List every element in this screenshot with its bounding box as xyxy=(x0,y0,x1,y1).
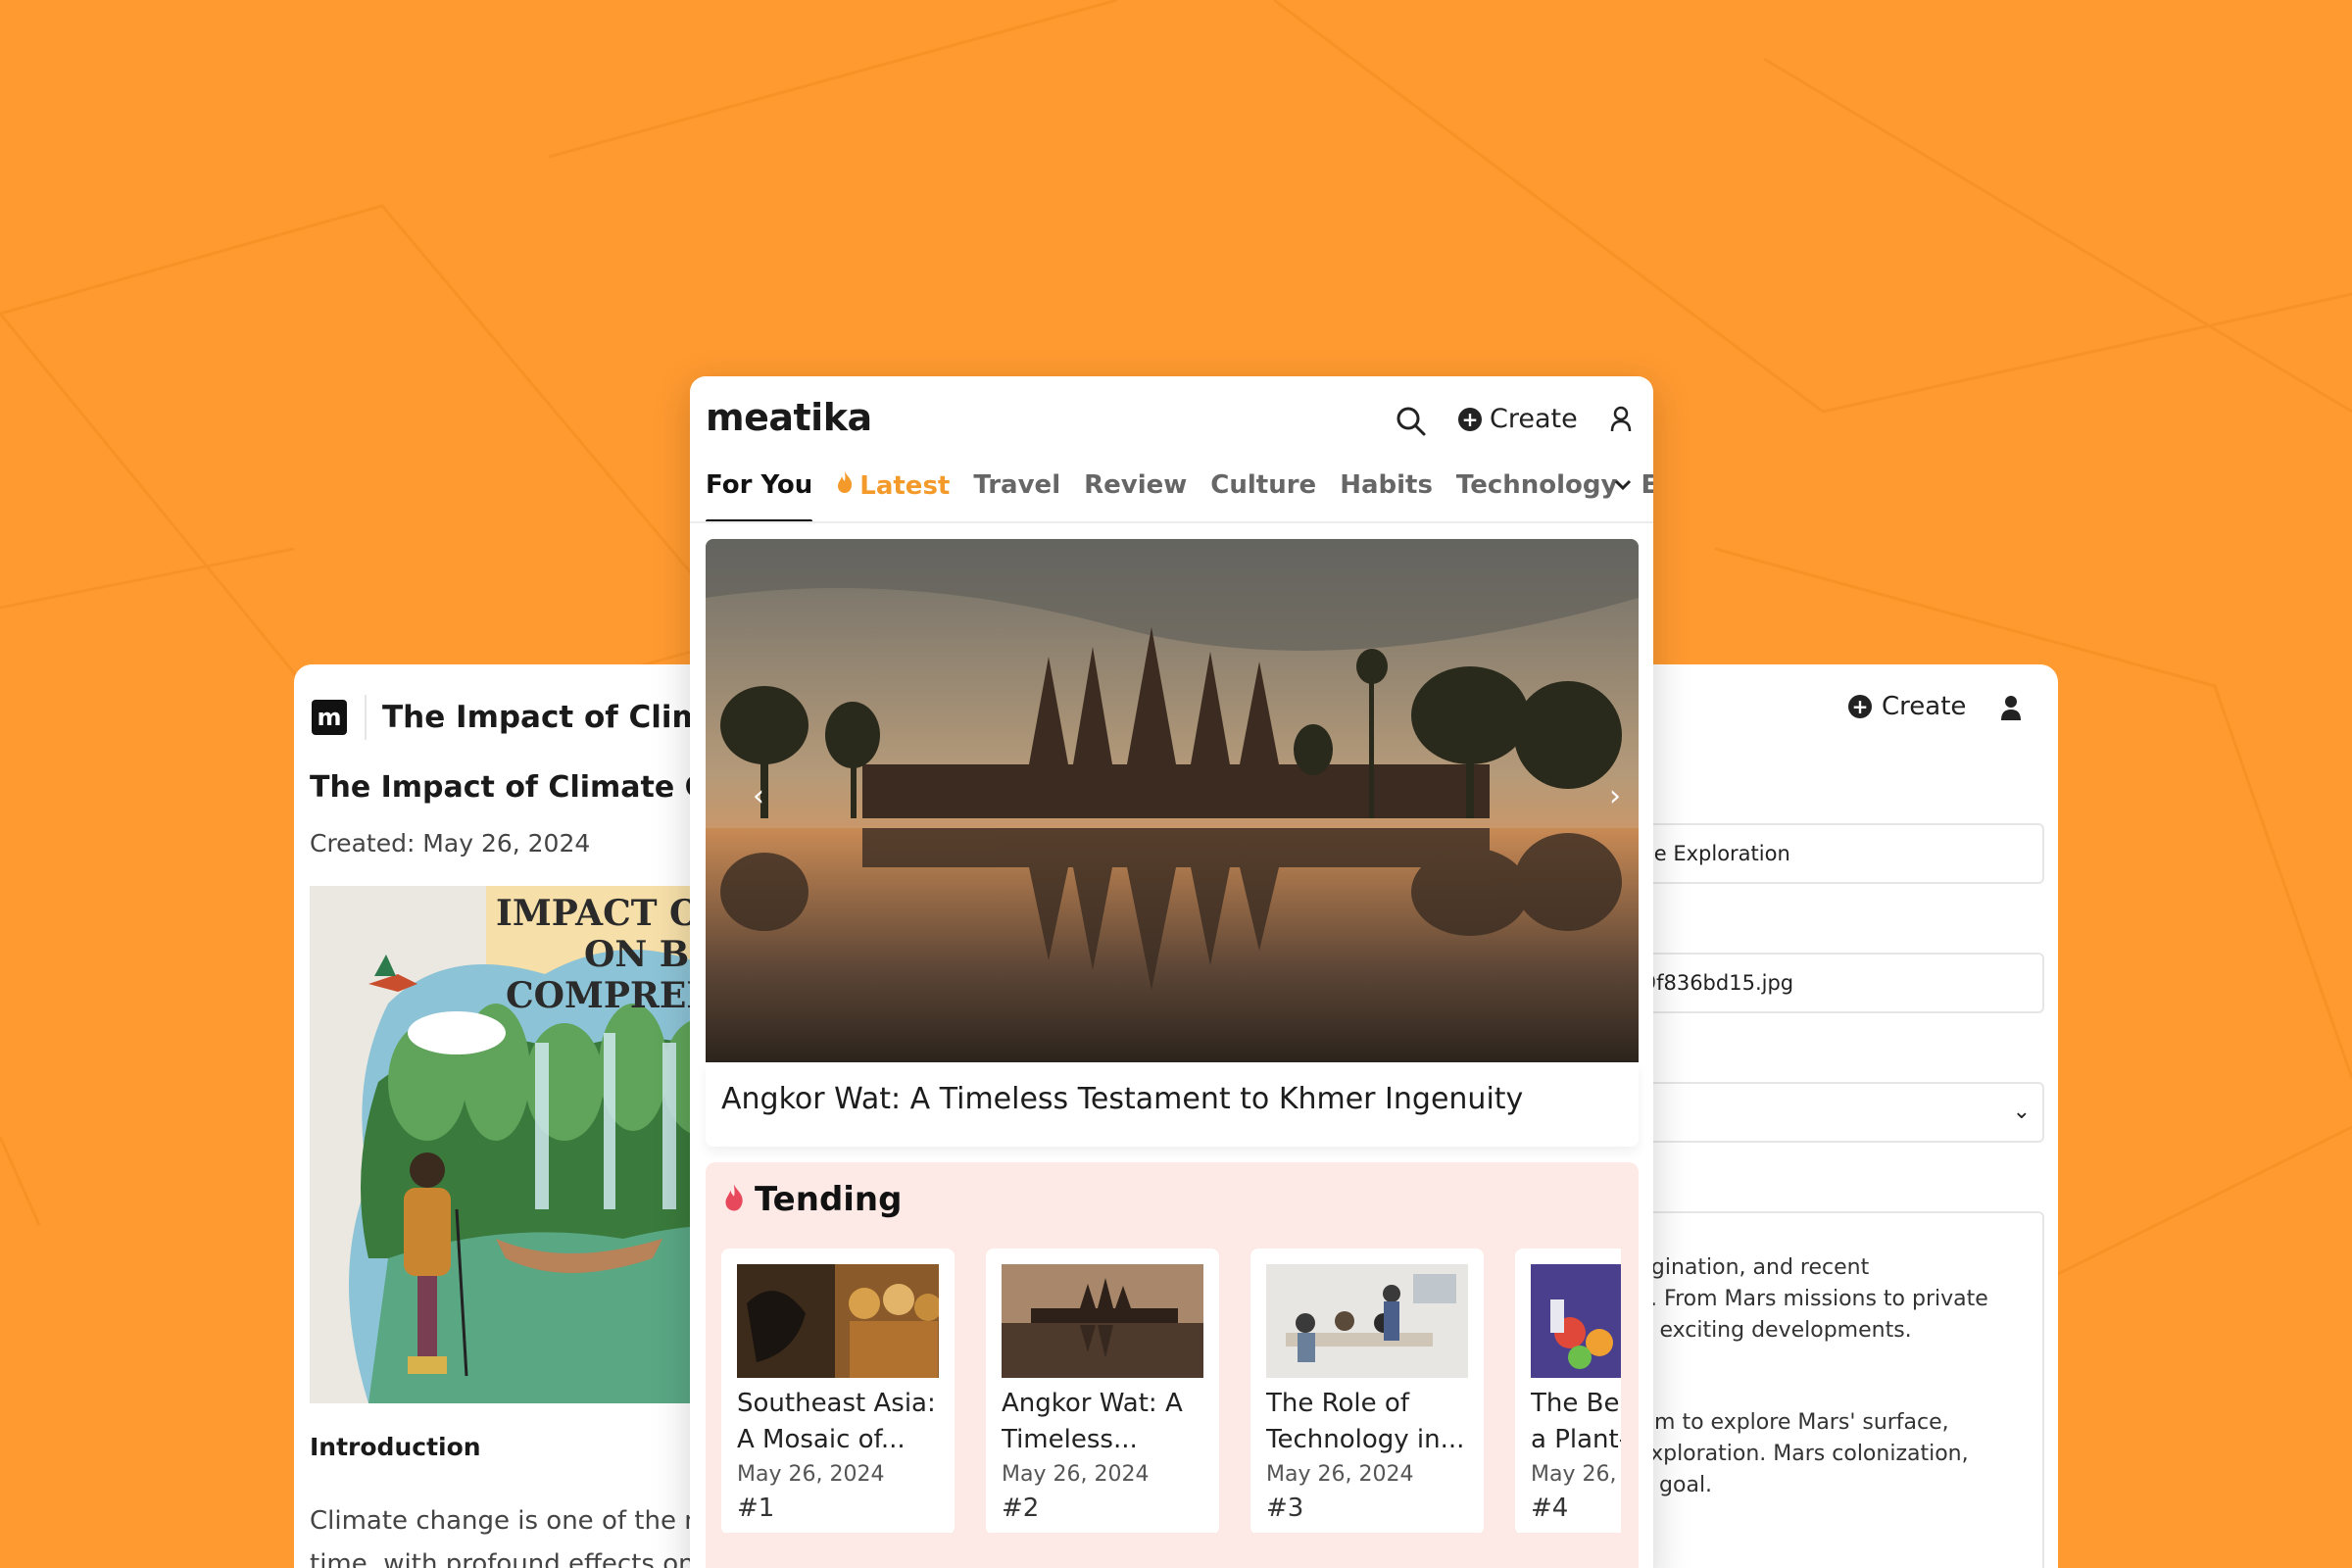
header-divider xyxy=(365,695,367,740)
content-line: s aim to explore Mars' surface, xyxy=(1617,1410,1949,1435)
article-body-line: Climate change is one of the m xyxy=(310,1506,710,1536)
hero-carousel-image[interactable]: ‹ › xyxy=(706,539,1639,1062)
tab-technology[interactable]: Technology xyxy=(1456,470,1618,521)
create-button[interactable]: + Create xyxy=(1848,692,1966,721)
title-input[interactable]: pace Exploration xyxy=(1607,823,2044,884)
trending-card[interactable]: The Ben a Plant- May 26, 2 #4 xyxy=(1515,1249,1621,1533)
trending-card-title: Angkor Wat: A Timeless... xyxy=(1002,1389,1183,1454)
trending-card-title: The Ben a Plant- xyxy=(1531,1389,1621,1454)
flame-icon xyxy=(836,470,854,501)
carousel-prev-button[interactable]: ‹ xyxy=(739,776,778,815)
trending-card-rank: #1 xyxy=(737,1494,775,1523)
chevron-down-icon: ⌄ xyxy=(2012,1100,2031,1124)
create-button[interactable]: + Create xyxy=(1458,404,1578,434)
tabs-divider xyxy=(690,521,1653,523)
trending-thumbnail xyxy=(1531,1264,1621,1378)
trending-section: Tending Southeast Asia: A Mosaic of... M… xyxy=(706,1162,1639,1568)
trending-list: Southeast Asia: A Mosaic of... May 26, 2… xyxy=(721,1249,1621,1533)
trending-card[interactable]: Southeast Asia: A Mosaic of... May 26, 2… xyxy=(721,1249,955,1533)
plus-circle-icon: + xyxy=(1848,695,1872,718)
trending-title: Tending xyxy=(755,1180,903,1219)
tab-habits[interactable]: Habits xyxy=(1340,470,1433,521)
trending-card-rank: #4 xyxy=(1531,1494,1569,1523)
trending-card-date: May 26, 2024 xyxy=(737,1462,885,1487)
tab-latest[interactable]: Latest xyxy=(836,470,950,521)
tab-latest-label: Latest xyxy=(859,471,951,501)
content-textarea[interactable]: magination, and recent ers. From Mars mi… xyxy=(1607,1211,2044,1568)
trending-card[interactable]: The Role of Technology in... May 26, 202… xyxy=(1250,1249,1484,1533)
content-line: ses exciting developments. xyxy=(1617,1318,1912,1343)
trending-card[interactable]: Angkor Wat: A Timeless... May 26, 2024 #… xyxy=(986,1249,1219,1533)
tab-culture[interactable]: Culture xyxy=(1210,470,1316,521)
meatika-logo-icon[interactable]: m xyxy=(312,700,347,735)
article-header: m The Impact of Clima xyxy=(312,688,724,747)
section-heading-introduction: Introduction xyxy=(310,1433,481,1461)
search-icon[interactable] xyxy=(1396,406,1427,441)
carousel-next-button[interactable]: › xyxy=(1595,776,1635,815)
category-tabs: For You Latest Travel Review Culture Hab… xyxy=(706,470,1653,523)
hero-caption-box[interactable]: Angkor Wat: A Timeless Testament to Khme… xyxy=(706,1062,1639,1147)
user-icon[interactable] xyxy=(1999,694,2023,725)
trending-card-title: Southeast Asia: A Mosaic of... xyxy=(737,1389,936,1454)
home-feed-card: meatika + Create For You Latest Travel R… xyxy=(690,376,1653,1568)
trending-card-rank: #3 xyxy=(1266,1494,1304,1523)
create-label: Create xyxy=(1882,692,1967,721)
trending-card-date: May 26, 2024 xyxy=(1002,1462,1150,1487)
tab-travel[interactable]: Travel xyxy=(973,470,1060,521)
tab-env[interactable]: Env xyxy=(1641,470,1653,521)
image-filename-input[interactable]: 329f836bd15.jpg xyxy=(1607,953,2044,1013)
trending-thumbnail xyxy=(1002,1264,1203,1378)
article-header-title: The Impact of Clima xyxy=(382,700,724,735)
create-label: Create xyxy=(1490,404,1578,434)
trending-thumbnail xyxy=(1266,1264,1468,1378)
hero-caption[interactable]: Angkor Wat: A Timeless Testament to Khme… xyxy=(721,1082,1523,1116)
brand-logo[interactable]: meatika xyxy=(706,396,872,439)
tabs-more-chevron-icon[interactable] xyxy=(1613,474,1633,498)
category-select[interactable]: ⌄ xyxy=(1607,1082,2044,1143)
trending-card-rank: #2 xyxy=(1002,1494,1040,1523)
article-body: Climate change is one of the m time, wit… xyxy=(310,1499,710,1568)
trending-thumbnail xyxy=(737,1264,939,1378)
trending-header: Tending xyxy=(723,1180,902,1219)
cover-text-line-3: COMPREH xyxy=(506,975,719,1016)
cover-text-line-2: ON BI xyxy=(584,934,706,975)
content-line: ure goal. xyxy=(1617,1473,1713,1497)
create-article-card: + Create pace Exploration 329f836bd15.jp… xyxy=(1607,664,2058,1568)
top-header: meatika + Create xyxy=(690,376,1653,455)
article-body-line: time, with profound effects on xyxy=(310,1549,695,1568)
tab-review[interactable]: Review xyxy=(1084,470,1187,521)
tab-for-you[interactable]: For You xyxy=(706,470,813,523)
trending-card-date: May 26, 2 xyxy=(1531,1462,1621,1487)
content-line: n exploration. Mars colonization, xyxy=(1617,1442,1969,1466)
plus-circle-icon: + xyxy=(1458,407,1482,431)
trending-card-title: The Role of Technology in... xyxy=(1266,1389,1465,1454)
flame-icon xyxy=(723,1183,745,1216)
article-created-date: Created: May 26, 2024 xyxy=(310,829,591,858)
trending-card-date: May 26, 2024 xyxy=(1266,1462,1414,1487)
content-line: magination, and recent xyxy=(1617,1255,1870,1280)
content-line: ers. From Mars missions to private xyxy=(1617,1287,1988,1311)
article-title: The Impact of Climate Ch xyxy=(310,770,728,805)
user-icon[interactable] xyxy=(1609,406,1633,437)
cover-text-line-1: IMPACT OI xyxy=(496,893,716,934)
